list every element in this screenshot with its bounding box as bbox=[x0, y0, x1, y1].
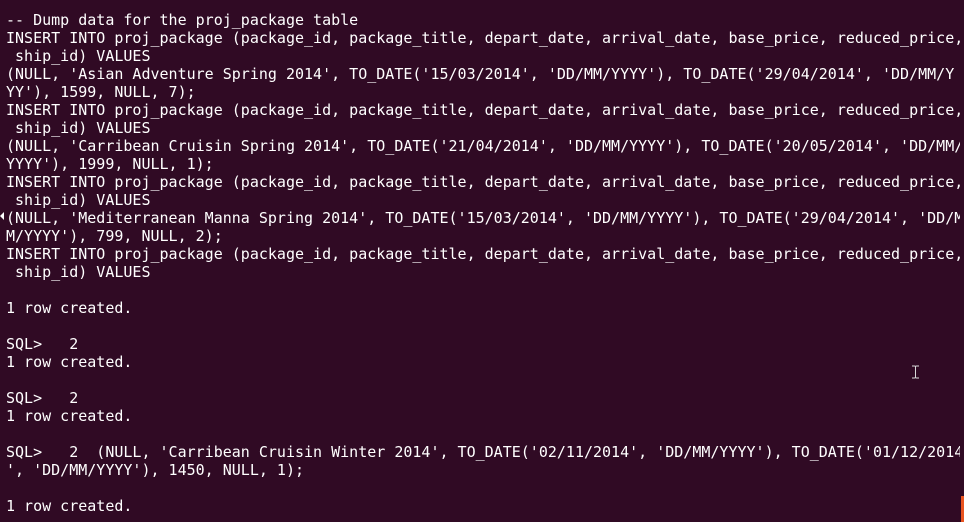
terminal-line: INSERT INTO proj_package (package_id, pa… bbox=[6, 101, 960, 119]
terminal-line: ship_id) VALUES bbox=[6, 191, 151, 209]
terminal-line: 1 row created. bbox=[6, 353, 133, 371]
terminal-line: ship_id) VALUES bbox=[6, 119, 151, 137]
terminal-line: (NULL, 'Asian Adventure Spring 2014', TO… bbox=[6, 65, 955, 83]
terminal-line: M/YYYY'), 799, NULL, 2); bbox=[6, 227, 223, 245]
terminal-line: -- Dump data for the proj_package table bbox=[6, 11, 359, 29]
terminal-line: SQL> 2 (NULL, 'Carribean Cruisin Winter … bbox=[6, 443, 960, 461]
terminal-line: YY'), 1599, NULL, 7); bbox=[6, 83, 196, 101]
terminal-line: 1 row created. bbox=[6, 407, 133, 425]
terminal-line: ship_id) VALUES bbox=[6, 263, 151, 281]
terminal-line: (NULL, 'Mediterranean Manna Spring 2014'… bbox=[6, 209, 960, 227]
terminal-window[interactable]: -- Dump data for the proj_package table I… bbox=[0, 0, 964, 522]
text-cursor-icon bbox=[912, 365, 919, 379]
terminal-line: (NULL, 'Carribean Cruisin Spring 2014', … bbox=[6, 137, 960, 155]
terminal-line: ship_id) VALUES bbox=[6, 47, 151, 65]
terminal-line: SQL> 2 bbox=[6, 389, 79, 407]
terminal-line: 1 row created. bbox=[6, 497, 133, 515]
wrap-marker-icon bbox=[0, 212, 4, 220]
terminal-line: INSERT INTO proj_package (package_id, pa… bbox=[6, 173, 960, 191]
terminal-output: -- Dump data for the proj_package table I… bbox=[6, 11, 960, 515]
terminal-line: INSERT INTO proj_package (package_id, pa… bbox=[6, 29, 960, 47]
terminal-line: 1 row created. bbox=[6, 299, 133, 317]
terminal-line: INSERT INTO proj_package (package_id, pa… bbox=[6, 245, 960, 263]
terminal-line: ', 'DD/MM/YYYY'), 1450, NULL, 1); bbox=[6, 461, 305, 479]
terminal-line: SQL> 2 bbox=[6, 335, 79, 353]
terminal-line: YYYY'), 1999, NULL, 1); bbox=[6, 155, 214, 173]
